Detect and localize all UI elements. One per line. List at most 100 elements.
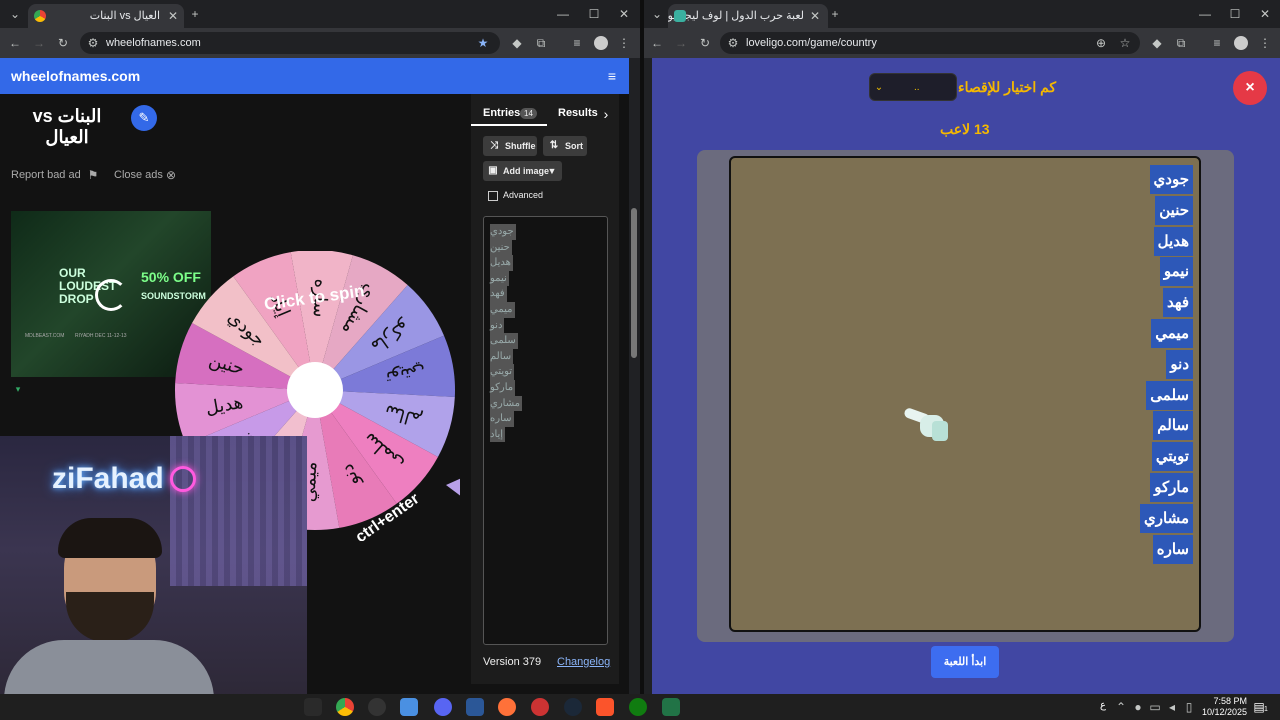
right-menu-kebab-icon[interactable]: ⋮ xyxy=(1258,36,1272,50)
microphone-icon[interactable]: ● xyxy=(1131,700,1145,714)
tab-search-icon[interactable]: ⌄ xyxy=(8,7,22,21)
steam-taskbar-icon[interactable] xyxy=(564,698,582,716)
right-close-window-icon[interactable]: ✕ xyxy=(1258,7,1272,21)
shuffle-button[interactable]: ⤨ Shuffle xyxy=(483,136,537,156)
wheel-center-hub[interactable] xyxy=(287,362,343,418)
right-minimize-icon[interactable]: — xyxy=(1198,7,1212,21)
sort-button[interactable]: ⇅ Sort xyxy=(543,136,587,156)
minimize-icon[interactable]: — xyxy=(556,7,570,21)
close-game-button[interactable]: × xyxy=(1233,71,1267,105)
zoom-icon[interactable]: ⊕ xyxy=(1094,36,1108,50)
player-name-tag[interactable]: نيمو xyxy=(1159,257,1193,287)
right-url-bar[interactable]: ⚙ loveligo.com/game/country ⊕ ☆ xyxy=(720,32,1140,54)
media-queue-icon[interactable]: ≡ xyxy=(570,36,584,50)
site-info-icon[interactable]: ⚙ xyxy=(86,36,100,50)
app-taskbar-icon[interactable] xyxy=(531,698,549,716)
right-tab-search-icon[interactable]: ⌄ xyxy=(650,7,664,21)
right-reload-icon[interactable]: ↻ xyxy=(698,36,712,50)
excel-taskbar-icon[interactable] xyxy=(662,698,680,716)
extensions-puzzle-icon[interactable]: ⧉ xyxy=(534,36,548,50)
player-name-tag[interactable]: ميمي xyxy=(1151,319,1193,348)
right-profile-avatar[interactable] xyxy=(1234,36,1248,50)
clock-date[interactable]: 10/12/2025 xyxy=(1200,707,1247,717)
player-name-tag[interactable]: تويتي xyxy=(1151,442,1193,472)
tray-chevron-up-icon[interactable]: ⌃ xyxy=(1114,700,1128,714)
close-ads-link[interactable]: Close ads xyxy=(114,169,163,181)
right-site-info-icon[interactable]: ⚙ xyxy=(726,36,740,50)
wheelofnames-brand[interactable]: wheelofnames.com xyxy=(11,68,140,84)
add-image-button[interactable]: ▣ Add image ▼ xyxy=(483,161,562,181)
close-window-icon[interactable]: ✕ xyxy=(617,7,631,21)
edit-title-button[interactable]: ✎ xyxy=(131,105,157,131)
firefox-taskbar-icon[interactable] xyxy=(498,698,516,716)
right-maximize-icon[interactable]: ☐ xyxy=(1228,7,1242,21)
chevron-right-icon[interactable]: › xyxy=(599,107,613,121)
entry-line: فهد xyxy=(490,286,507,302)
advanced-checkbox[interactable] xyxy=(488,191,498,201)
player-name-tag[interactable]: ساره xyxy=(1152,534,1193,564)
entry-line: سلمى xyxy=(490,333,518,349)
left-url-bar[interactable]: ⚙ wheelofnames.com ★ xyxy=(80,32,500,54)
word-taskbar-icon[interactable] xyxy=(466,698,484,716)
right-close-tab-icon[interactable]: ✕ xyxy=(808,9,822,23)
player-name-tag[interactable]: سلمى xyxy=(1146,380,1193,410)
tab-results[interactable]: Results › xyxy=(547,102,619,126)
player-name-tag[interactable]: مشاري xyxy=(1140,503,1193,533)
player-name-tag[interactable]: فهد xyxy=(1163,288,1193,318)
store-taskbar-icon[interactable] xyxy=(400,698,418,716)
clock-time[interactable]: 7:58 PM xyxy=(1205,696,1247,706)
scrollbar-thumb[interactable] xyxy=(631,208,637,358)
tab-entries[interactable]: Entries 14 xyxy=(471,102,547,126)
maximize-icon[interactable]: ☐ xyxy=(587,7,601,21)
obs-taskbar-icon[interactable] xyxy=(368,698,386,716)
right-active-tab[interactable]: لعبة حرب الدول | لوف ليجو يوفر ✕ xyxy=(668,4,828,28)
player-name-tag[interactable]: ماركو xyxy=(1150,473,1193,502)
report-bad-ad-link[interactable]: Report bad ad xyxy=(11,169,81,181)
dropdown-arrow-icon[interactable]: ▼ xyxy=(545,164,559,178)
changelog-link[interactable]: Changelog xyxy=(557,656,610,668)
right-bookmark-star-icon[interactable]: ☆ xyxy=(1118,36,1132,50)
input-language[interactable]: ع xyxy=(1100,700,1106,711)
volume-icon[interactable]: ◂ xyxy=(1165,700,1179,714)
left-active-tab[interactable]: العيال vs البنات ✕ xyxy=(28,4,184,28)
close-circle-icon[interactable]: ⊗ xyxy=(164,168,178,182)
player-name-tag[interactable]: حنين xyxy=(1155,195,1193,225)
chrome-taskbar-icon[interactable] xyxy=(336,698,354,716)
replay-icon[interactable] xyxy=(95,279,127,311)
entry-line: سالم xyxy=(490,348,514,365)
player-name-tag[interactable]: جودي xyxy=(1149,165,1193,194)
discord-taskbar-icon[interactable] xyxy=(434,698,452,716)
hamburger-menu-icon[interactable]: ≡ xyxy=(605,69,619,83)
xbox-taskbar-icon[interactable] xyxy=(629,698,647,716)
right-new-tab-icon[interactable]: + xyxy=(828,7,842,21)
player-name-tag[interactable]: هديل xyxy=(1153,226,1193,256)
profile-avatar[interactable] xyxy=(594,36,608,50)
start-game-button[interactable]: ابدأ اللعبة xyxy=(931,646,999,678)
player-name-tag[interactable]: دنو xyxy=(1166,349,1193,379)
reload-icon[interactable]: ↻ xyxy=(56,36,70,50)
wheel-title: البنات vs العيال xyxy=(32,106,102,147)
battery-icon[interactable]: ▯ xyxy=(1182,700,1196,714)
shuffle-icon: ⤨ xyxy=(490,140,498,151)
player-name-tag[interactable]: سالم xyxy=(1153,411,1193,441)
results-tab-label: Results xyxy=(558,107,598,119)
forward-icon[interactable]: → xyxy=(32,36,46,50)
right-extensions-puzzle-icon[interactable]: ⧉ xyxy=(1174,36,1188,50)
task-view-icon[interactable] xyxy=(304,698,322,716)
add-image-label: Add image xyxy=(503,166,550,176)
menu-kebab-icon[interactable]: ⋮ xyxy=(617,36,631,50)
ad-choices-icon[interactable]: ▾ xyxy=(11,382,25,396)
entries-textarea[interactable]: جودي حنين هديل نيمو فهد ميمي دنو سلمى سالم تويتي م… xyxy=(483,216,608,645)
eliminate-count-select[interactable]: ⌄ .. xyxy=(869,73,957,101)
right-extension-diamond-icon[interactable]: ◆ xyxy=(1150,36,1164,50)
brave-taskbar-icon[interactable] xyxy=(596,698,614,716)
back-icon[interactable]: ← xyxy=(8,36,22,50)
new-tab-icon[interactable]: + xyxy=(188,7,202,21)
right-media-queue-icon[interactable]: ≡ xyxy=(1210,36,1224,50)
right-forward-icon[interactable]: → xyxy=(674,36,688,50)
right-back-icon[interactable]: ← xyxy=(650,36,664,50)
close-tab-icon[interactable]: ✕ xyxy=(166,9,180,23)
extension-diamond-icon[interactable]: ◆ xyxy=(510,36,524,50)
network-icon[interactable]: ▭ xyxy=(1148,700,1162,714)
bookmark-star-icon[interactable]: ★ xyxy=(476,36,490,50)
